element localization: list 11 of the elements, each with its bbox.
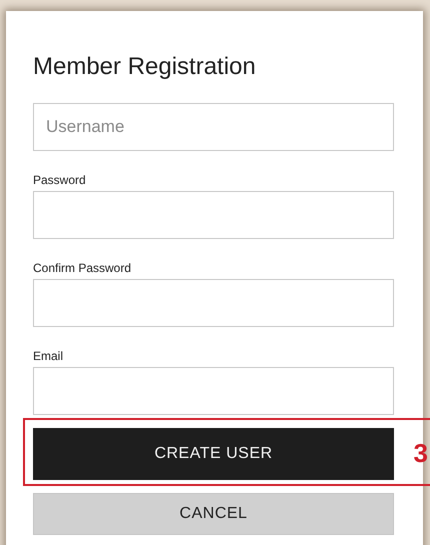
annotation-number: 3 (414, 438, 428, 468)
create-user-button[interactable]: CREATE USER (33, 428, 394, 480)
field-label: Confirm Password (33, 261, 132, 275)
username-field[interactable]: Username (33, 103, 394, 151)
cancel-button[interactable]: CANCEL (33, 493, 394, 535)
input-field[interactable] (33, 367, 394, 415)
field-label: Email (33, 349, 64, 363)
form-title: Member Registration (33, 53, 257, 81)
field-label: Password (33, 173, 87, 187)
input-field[interactable] (33, 191, 394, 239)
input-field[interactable] (33, 279, 394, 327)
